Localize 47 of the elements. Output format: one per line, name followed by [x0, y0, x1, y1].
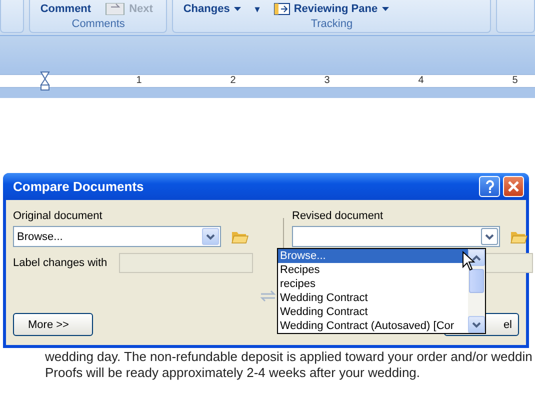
- close-icon: [508, 181, 519, 192]
- ruler-number: 4: [418, 75, 424, 86]
- field-label: Revised document: [292, 210, 384, 222]
- note-arrow-icon: [105, 2, 126, 14]
- indent-marker-icon[interactable]: [40, 71, 50, 91]
- comment-button[interactable]: Comment: [40, 2, 92, 16]
- button-label: Next: [129, 2, 153, 16]
- window-title: Compare Documents: [13, 179, 145, 194]
- chevron-down-icon: [206, 234, 215, 240]
- original-document-combo[interactable]: Browse...: [13, 226, 221, 247]
- pane-icon: [274, 2, 290, 14]
- changes-button[interactable]: Changes: [183, 2, 241, 16]
- document-text: wedding day. The non-refundable deposit is applied toward your order and/or weddin: [45, 349, 534, 365]
- more-button[interactable]: More >>: [13, 313, 93, 336]
- group-label: Tracking: [310, 18, 354, 32]
- dropdown-button[interactable]: ▾: [254, 2, 260, 16]
- ruler-number: 1: [136, 75, 142, 86]
- field-label: Label changes with: [13, 257, 108, 269]
- ruler-number: 2: [230, 75, 236, 86]
- ribbon-group: [0, 0, 24, 33]
- chevron-down-icon: [485, 234, 494, 240]
- button-label: Reviewing Pane: [294, 2, 378, 16]
- close-button[interactable]: [503, 176, 524, 197]
- dropdown-button[interactable]: [202, 228, 219, 245]
- field-label: Original document: [13, 210, 104, 222]
- button-label: Changes: [183, 2, 230, 16]
- ruler-number: 5: [512, 75, 518, 86]
- mouse-pointer-icon: [462, 251, 476, 271]
- help-button[interactable]: [479, 176, 500, 197]
- combo-value: Browse...: [17, 230, 63, 242]
- help-icon: [484, 180, 494, 194]
- reviewing-pane-button[interactable]: Reviewing Pane: [274, 2, 389, 16]
- dropdown-button[interactable]: [481, 228, 498, 245]
- ruler-number: 3: [324, 75, 330, 86]
- scroll-thumb[interactable]: [469, 269, 484, 293]
- ribbon-group: [496, 0, 535, 33]
- scrollbar[interactable]: [468, 249, 485, 333]
- group-label: Comments: [70, 18, 126, 32]
- label-changes-field[interactable]: [119, 253, 254, 273]
- scroll-down-button[interactable]: [468, 316, 485, 333]
- folder-icon[interactable]: [510, 229, 528, 244]
- chevron-up-icon: [472, 254, 481, 260]
- chevron-down-icon: [472, 322, 481, 328]
- caret-icon: [234, 6, 241, 10]
- caret-icon: [382, 6, 389, 10]
- list-item[interactable]: Browse...: [278, 249, 468, 263]
- document-text: Proofs will be ready approximately 2-4 weeks after your wedding.: [45, 365, 422, 381]
